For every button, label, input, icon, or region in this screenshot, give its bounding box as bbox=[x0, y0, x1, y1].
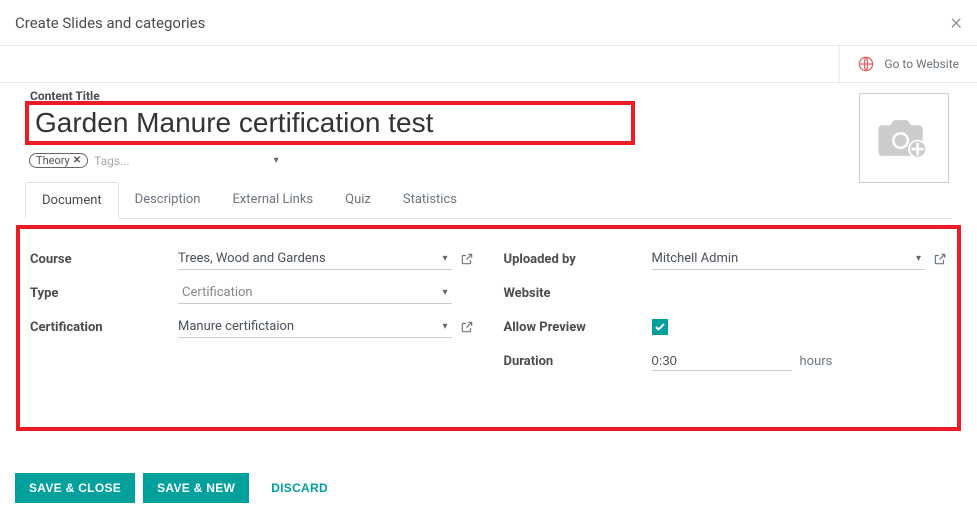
type-value: Certification bbox=[178, 285, 438, 300]
tab-quiz[interactable]: Quiz bbox=[329, 182, 387, 218]
tab-description[interactable]: Description bbox=[119, 182, 217, 218]
tabs: Document Description External Links Quiz… bbox=[25, 182, 952, 219]
tab-document[interactable]: Document bbox=[25, 182, 119, 219]
tag-chip[interactable]: Theory ✕ bbox=[29, 153, 88, 168]
modal-title: Create Slides and categories bbox=[15, 14, 205, 32]
goto-website-button[interactable]: Go to Website bbox=[839, 46, 977, 82]
duration-input[interactable] bbox=[652, 351, 792, 371]
tab-external-links[interactable]: External Links bbox=[216, 182, 329, 218]
external-link-icon[interactable] bbox=[933, 252, 947, 266]
camera-plus-icon bbox=[876, 115, 932, 161]
uploaded-by-label: Uploaded by bbox=[504, 252, 652, 267]
course-value: Trees, Wood and Gardens bbox=[178, 251, 438, 266]
allow-preview-checkbox[interactable] bbox=[652, 319, 668, 335]
website-value bbox=[652, 282, 948, 304]
chevron-down-icon: ▾ bbox=[438, 287, 451, 298]
tags-field[interactable]: Theory ✕ Tags... ▾ bbox=[29, 153, 952, 168]
uploaded-by-select[interactable]: Mitchell Admin ▾ bbox=[652, 248, 926, 270]
save-close-button[interactable]: SAVE & CLOSE bbox=[15, 473, 135, 503]
external-link-icon[interactable] bbox=[460, 320, 474, 334]
tag-remove-icon[interactable]: ✕ bbox=[73, 155, 81, 166]
allow-preview-label: Allow Preview bbox=[504, 320, 652, 335]
field-website: Website bbox=[504, 281, 948, 305]
discard-button[interactable]: DISCARD bbox=[257, 473, 342, 503]
form-row: Course Trees, Wood and Gardens ▾ Type Ce… bbox=[30, 247, 947, 383]
modal-footer: SAVE & CLOSE SAVE & NEW DISCARD bbox=[15, 473, 342, 503]
thumbnail-upload[interactable] bbox=[859, 93, 949, 183]
course-label: Course bbox=[30, 252, 178, 267]
chevron-down-icon: ▾ bbox=[438, 253, 451, 264]
modal-header: Create Slides and categories × bbox=[0, 0, 977, 46]
website-label: Website bbox=[504, 286, 652, 301]
allow-preview-value bbox=[652, 316, 948, 338]
chevron-down-icon: ▾ bbox=[438, 321, 451, 332]
type-label: Type bbox=[30, 286, 178, 301]
save-new-button[interactable]: SAVE & NEW bbox=[143, 473, 249, 503]
duration-label: Duration bbox=[504, 354, 652, 369]
certification-label: Certification bbox=[30, 320, 178, 335]
chevron-down-icon: ▾ bbox=[912, 253, 925, 264]
uploaded-by-value: Mitchell Admin bbox=[652, 251, 912, 266]
field-type: Type Certification ▾ bbox=[30, 281, 474, 305]
field-allow-preview: Allow Preview bbox=[504, 315, 948, 339]
field-duration: Duration hours bbox=[504, 349, 948, 373]
content-area: Content Title Theory ✕ Tags... ▾ bbox=[0, 83, 977, 168]
check-icon bbox=[654, 321, 666, 333]
tag-label: Theory bbox=[36, 154, 70, 167]
chevron-down-icon[interactable]: ▾ bbox=[274, 155, 279, 166]
title-highlight bbox=[25, 101, 635, 145]
form-highlight: Course Trees, Wood and Gardens ▾ Type Ce… bbox=[16, 225, 961, 431]
type-select[interactable]: Certification ▾ bbox=[178, 282, 452, 304]
tab-statistics[interactable]: Statistics bbox=[387, 182, 473, 218]
certification-value: Manure certifictaion bbox=[178, 319, 438, 334]
course-select[interactable]: Trees, Wood and Gardens ▾ bbox=[178, 248, 452, 270]
field-uploaded-by: Uploaded by Mitchell Admin ▾ bbox=[504, 247, 948, 271]
globe-icon bbox=[858, 56, 874, 72]
content-title-input[interactable] bbox=[35, 107, 625, 139]
top-bar: Go to Website bbox=[0, 46, 977, 83]
close-icon[interactable]: × bbox=[950, 10, 962, 35]
certification-select[interactable]: Manure certifictaion ▾ bbox=[178, 316, 452, 338]
tags-placeholder: Tags... bbox=[94, 154, 129, 168]
duration-unit: hours bbox=[800, 354, 833, 369]
goto-website-label: Go to Website bbox=[884, 57, 959, 71]
field-certification: Certification Manure certifictaion ▾ bbox=[30, 315, 474, 339]
form-col-left: Course Trees, Wood and Gardens ▾ Type Ce… bbox=[30, 247, 474, 383]
field-course: Course Trees, Wood and Gardens ▾ bbox=[30, 247, 474, 271]
form-col-right: Uploaded by Mitchell Admin ▾ Website All… bbox=[504, 247, 948, 383]
external-link-icon[interactable] bbox=[460, 252, 474, 266]
